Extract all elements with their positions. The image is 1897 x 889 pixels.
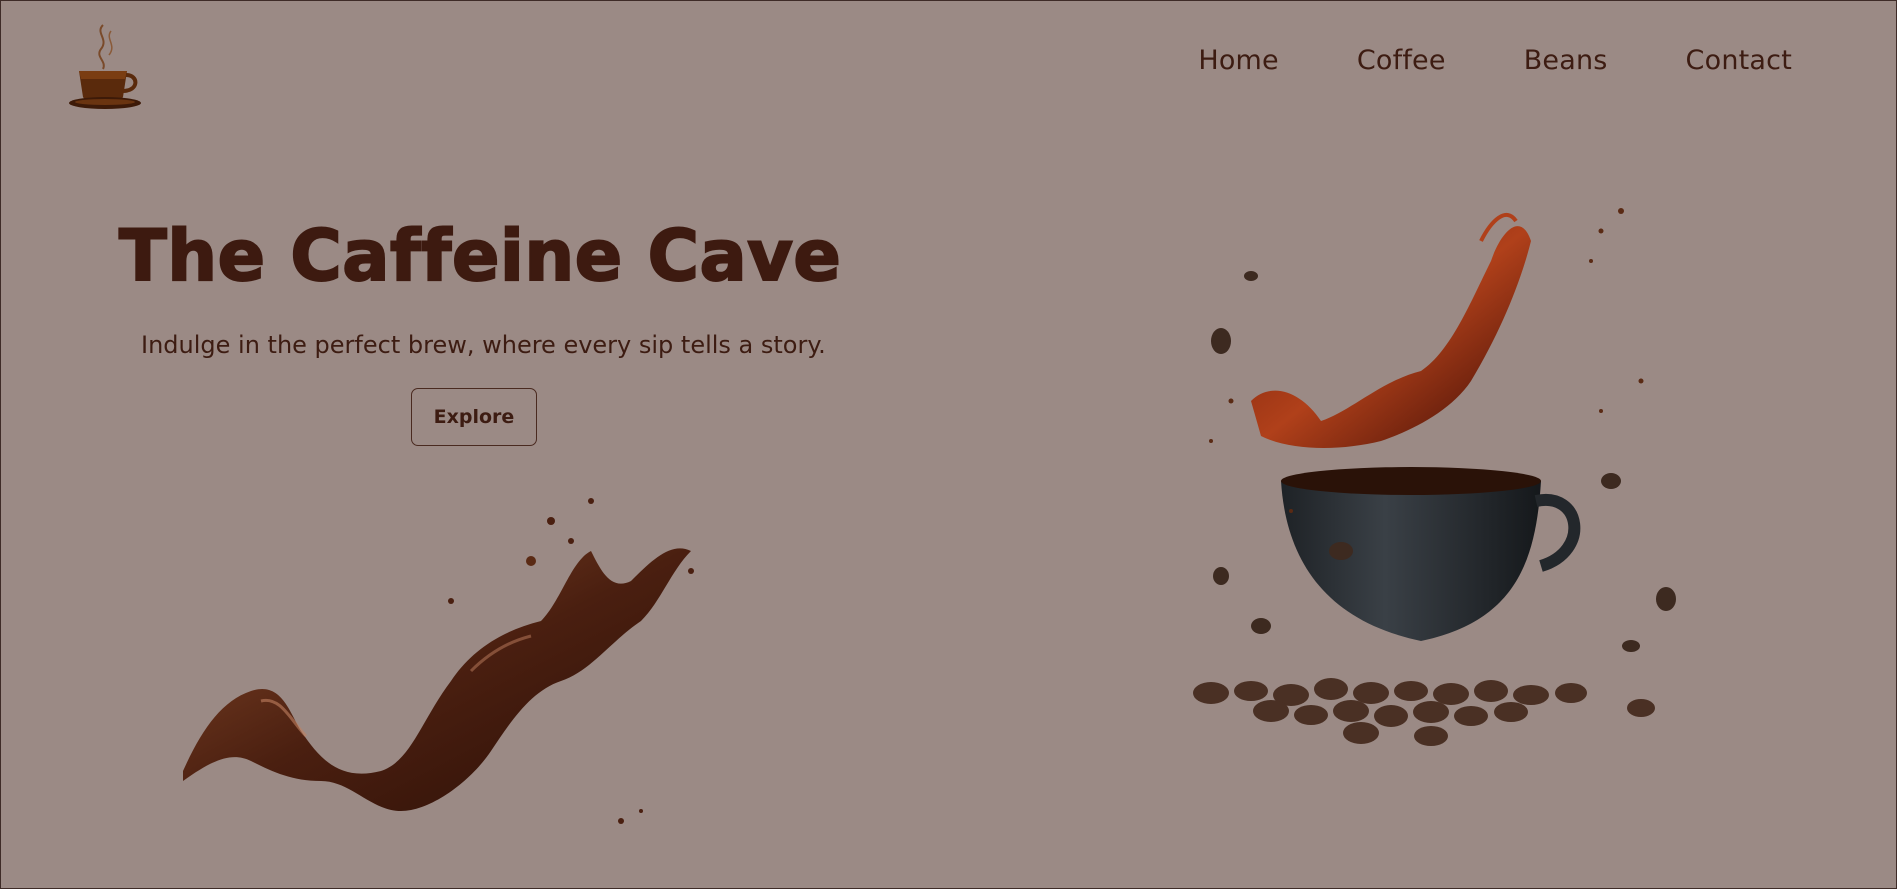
main-nav: Home Coffee Beans Contact xyxy=(1198,45,1792,76)
hero-title: The Caffeine Cave xyxy=(118,214,842,298)
coffee-cup-splash-image xyxy=(1121,181,1721,771)
nav-beans-link[interactable]: Beans xyxy=(1524,45,1608,76)
nav-home-link[interactable]: Home xyxy=(1198,45,1279,76)
coffee-cup-logo-icon[interactable] xyxy=(65,19,147,109)
chocolate-splash-image xyxy=(171,481,771,841)
explore-button[interactable]: Explore xyxy=(411,388,537,446)
landing-page: Home Coffee Beans Contact The Caffeine C… xyxy=(0,0,1897,889)
nav-coffee-link[interactable]: Coffee xyxy=(1357,45,1446,76)
nav-contact-link[interactable]: Contact xyxy=(1686,45,1792,76)
hero-tagline: Indulge in the perfect brew, where every… xyxy=(141,331,826,359)
